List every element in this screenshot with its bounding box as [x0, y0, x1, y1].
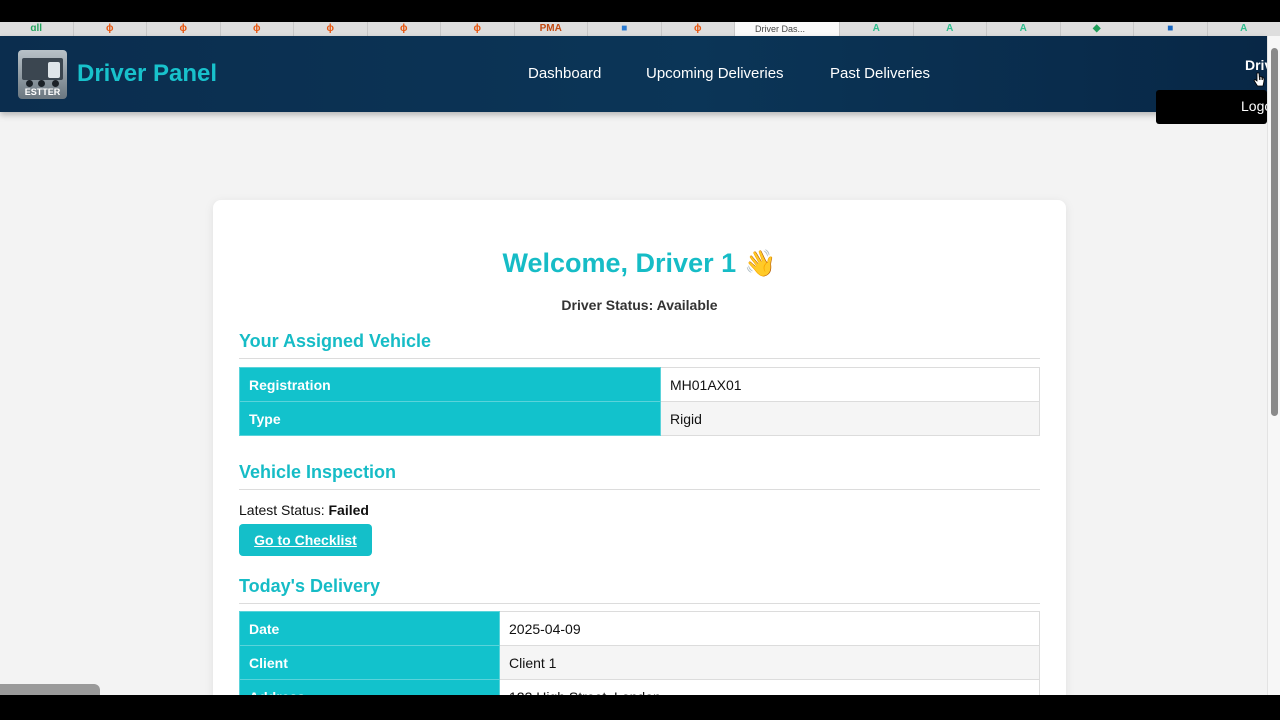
a-icon: A	[946, 23, 954, 34]
scrollbar-thumb[interactable]	[1271, 48, 1278, 416]
pma-icon: ɸ	[473, 23, 482, 34]
vehicle-inspection-title: Vehicle Inspection	[239, 462, 1040, 490]
pma-label-icon: PMA	[539, 23, 562, 34]
table-key: Date	[239, 611, 500, 646]
wheel-shape	[38, 80, 45, 87]
browser-tab[interactable]: ɸ	[662, 22, 735, 36]
top-letterbox	[0, 0, 1280, 22]
browser-tab[interactable]: Driver Das...	[735, 22, 840, 36]
bottom-letterbox	[0, 695, 1280, 720]
screen: ɑll ɸ ɸ ɸ ɸ ɸ ɸ PMA ■ ɸ Driver Das... A A A ◆ ■ A ESTTER…	[0, 0, 1280, 720]
table-value: Rigid	[660, 401, 1040, 436]
a-icon: A	[1240, 23, 1248, 34]
table-key: Type	[239, 401, 661, 436]
table-row: Date 2025-04-09	[239, 611, 1040, 646]
table-key: Registration	[239, 367, 661, 402]
browser-tab[interactable]: A	[1208, 22, 1280, 36]
table-value: Client 1	[499, 645, 1040, 680]
user-dropdown-menu: Logout	[1156, 90, 1267, 124]
a-icon: A	[1019, 23, 1027, 34]
wheel-shape	[52, 80, 59, 87]
hand-cursor-icon	[1253, 72, 1265, 87]
table-row: Client Client 1	[239, 645, 1040, 680]
drive-icon: ◆	[1092, 23, 1101, 34]
pma-icon: ɸ	[694, 23, 702, 34]
windows-icon: ■	[621, 23, 628, 34]
browser-tab-strip: ɑll ɸ ɸ ɸ ɸ ɸ ɸ PMA ■ ɸ Driver Das... A A A ◆ ■ A	[0, 22, 1280, 36]
browser-tab[interactable]: ɸ	[147, 22, 221, 36]
go-to-checklist-button[interactable]: Go to Checklist	[239, 524, 372, 556]
sheets-icon: ɑll	[30, 23, 43, 34]
table-value: MH01AX01	[660, 367, 1040, 402]
wheel-shape	[26, 80, 33, 87]
pma-icon: ɸ	[179, 23, 188, 34]
logo[interactable]: ESTTER	[18, 50, 67, 99]
welcome-text: Welcome, Driver 1	[502, 248, 737, 278]
a-icon: A	[872, 23, 880, 34]
nav-link-dashboard[interactable]: Dashboard	[528, 65, 601, 82]
pma-icon: ɸ	[400, 23, 408, 34]
scrollbar[interactable]	[1267, 36, 1280, 695]
pma-icon: ɸ	[253, 23, 261, 34]
brand-title[interactable]: Driver Panel	[77, 60, 217, 88]
assigned-vehicle-title: Your Assigned Vehicle	[239, 331, 1040, 359]
table-row: Type Rigid	[239, 401, 1040, 436]
inspection-value: Failed	[328, 502, 369, 518]
browser-tab[interactable]: ɸ	[294, 22, 368, 36]
nav-link-upcoming-deliveries[interactable]: Upcoming Deliveries	[646, 65, 784, 82]
inspection-status: Latest Status: Failed	[239, 502, 369, 518]
table-value: 2025-04-09	[499, 611, 1040, 646]
browser-tab[interactable]: ɑll	[0, 22, 74, 36]
browser-tab[interactable]: ɸ	[74, 22, 147, 36]
todays-delivery-title: Today's Delivery	[239, 576, 1040, 604]
vehicle-table: Registration MH01AX01 Type Rigid	[239, 367, 1040, 436]
nav-link-past-deliveries[interactable]: Past Deliveries	[830, 65, 930, 82]
browser-tab[interactable]: PMA	[515, 22, 588, 36]
browser-tab[interactable]: ɸ	[368, 22, 441, 36]
dashboard-card: Welcome, Driver 1 👋 Driver Status: Availa…	[213, 200, 1066, 720]
pma-icon: ɸ	[106, 23, 114, 34]
driver-dashboard-tab: Driver Das...	[755, 24, 806, 34]
user-menu-toggle[interactable]: Driver	[1245, 57, 1267, 73]
browser-tab[interactable]: ■	[588, 22, 662, 36]
inspection-label: Latest Status:	[239, 502, 329, 518]
bottom-overlay-bar	[0, 684, 100, 695]
browser-tab[interactable]: ■	[1134, 22, 1208, 36]
browser-tab[interactable]: ɸ	[221, 22, 294, 36]
driver-status: Driver Status: Available	[561, 297, 718, 313]
logo-text: ESTTER	[24, 87, 61, 97]
browser-tab[interactable]: A	[840, 22, 914, 36]
truck-cab-shape	[48, 62, 60, 78]
browser-tab[interactable]: ◆	[1061, 22, 1134, 36]
pma-icon: ɸ	[326, 23, 335, 34]
logout-item[interactable]: Logout	[1241, 98, 1267, 114]
browser-tab[interactable]: ɸ	[441, 22, 515, 36]
browser-tab[interactable]: A	[987, 22, 1061, 36]
outlook-icon: ■	[1167, 23, 1174, 34]
welcome-heading: Welcome, Driver 1 👋	[213, 248, 1066, 279]
table-key: Client	[239, 645, 500, 680]
table-row: Registration MH01AX01	[239, 367, 1040, 402]
waving-hand-icon: 👋	[744, 248, 777, 278]
browser-tab[interactable]: A	[914, 22, 987, 36]
